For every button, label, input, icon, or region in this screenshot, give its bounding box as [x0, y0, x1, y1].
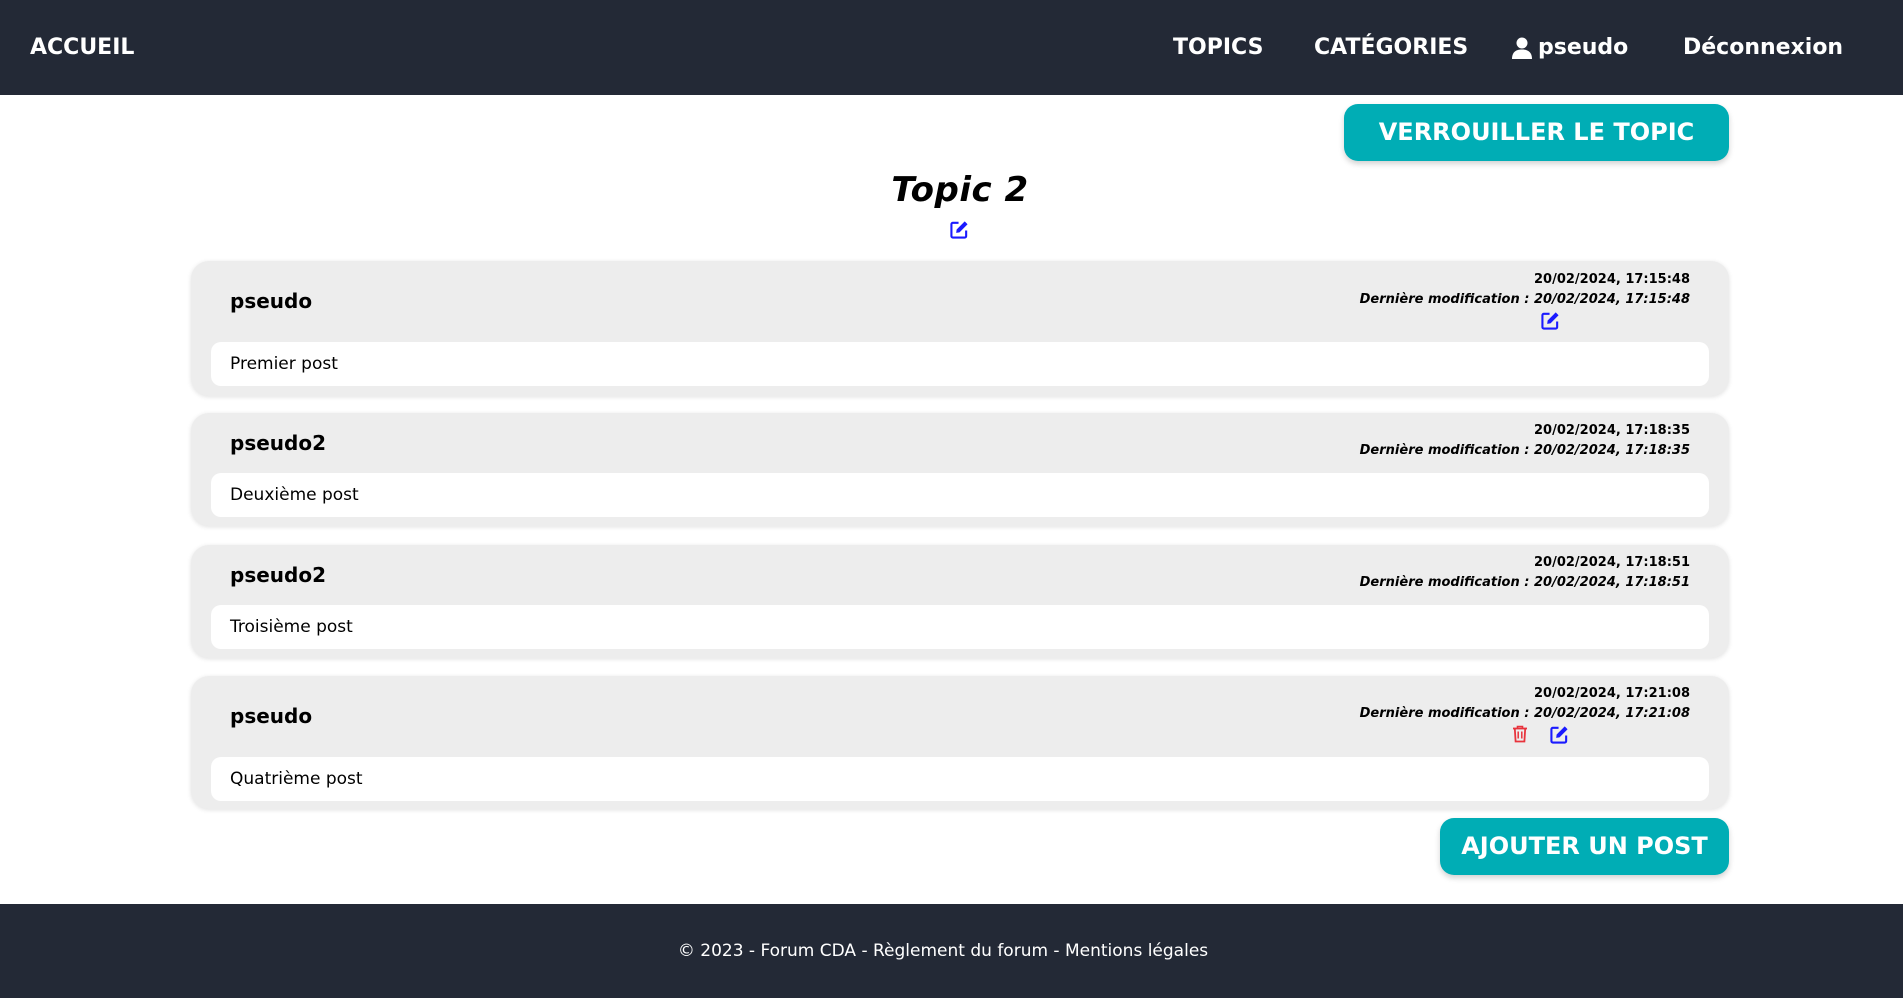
post-author: pseudo [230, 289, 313, 313]
user-icon [1512, 37, 1532, 59]
post-author: pseudo2 [230, 431, 326, 455]
post-date: 20/02/2024, 17:21:08 [1534, 686, 1690, 701]
edit-post-icon[interactable] [1541, 311, 1560, 330]
nav-logout-link[interactable]: Déconnexion [1683, 0, 1843, 95]
nav-home-link[interactable]: ACCUEIL [30, 0, 134, 95]
post-modified: Dernière modification : 20/02/2024, 17:2… [1359, 706, 1690, 721]
edit-topic-icon[interactable] [950, 220, 969, 243]
lock-topic-button[interactable]: VERROUILLER LE TOPIC [1344, 104, 1729, 161]
nav-topics-link[interactable]: TOPICS [1173, 0, 1263, 95]
nav-user-link[interactable]: pseudo [1512, 0, 1628, 95]
post-actions [1541, 311, 1560, 330]
delete-post-icon[interactable] [1512, 725, 1528, 744]
post-meta: 20/02/2024, 17:18:35 Dernière modificati… [1360, 421, 1690, 461]
navbar: ACCUEIL TOPICS CATÉGORIES pseudo Déconne… [0, 0, 1903, 95]
post-meta: 20/02/2024, 17:21:08 Dernière modificati… [1360, 684, 1690, 724]
post-author: pseudo2 [230, 563, 326, 587]
post-card: pseudo 20/02/2024, 17:21:08 Dernière mod… [191, 676, 1729, 809]
post-author: pseudo [230, 704, 313, 728]
topic-title: Topic 2 [891, 170, 1029, 210]
footer-legal-link[interactable]: Mentions légales [1065, 941, 1208, 961]
nav-user-name: pseudo [1538, 35, 1629, 60]
footer-rules-link[interactable]: Règlement du forum [873, 941, 1048, 961]
post-card: pseudo2 20/02/2024, 17:18:51 Dernière mo… [191, 545, 1729, 658]
post-date: 20/02/2024, 17:18:51 [1534, 555, 1690, 570]
post-content: Premier post [211, 342, 1709, 386]
add-post-button[interactable]: AJOUTER UN POST [1440, 818, 1729, 875]
post-meta: 20/02/2024, 17:18:51 Dernière modificati… [1360, 553, 1690, 593]
post-modified: Dernière modification : 20/02/2024, 17:1… [1359, 292, 1690, 307]
post-actions [1512, 725, 1569, 744]
post-content: Quatrième post [211, 757, 1709, 801]
footer-copyright: © 2023 - Forum CDA - [677, 941, 873, 961]
post-content: Deuxième post [211, 473, 1709, 517]
edit-post-icon[interactable] [1550, 725, 1569, 744]
post-date: 20/02/2024, 17:18:35 [1534, 423, 1690, 438]
post-content: Troisième post [211, 605, 1709, 649]
post-modified: Dernière modification : 20/02/2024, 17:1… [1359, 575, 1690, 590]
footer: © 2023 - Forum CDA - Règlement du forum … [0, 904, 1903, 998]
post-modified: Dernière modification : 20/02/2024, 17:1… [1359, 443, 1690, 458]
post-card: pseudo 20/02/2024, 17:15:48 Dernière mod… [191, 261, 1729, 396]
post-date: 20/02/2024, 17:15:48 [1534, 272, 1690, 287]
nav-categories-link[interactable]: CATÉGORIES [1314, 0, 1468, 95]
footer-separator: - [1048, 941, 1065, 961]
post-card: pseudo2 20/02/2024, 17:18:35 Dernière mo… [191, 413, 1729, 526]
post-meta: 20/02/2024, 17:15:48 Dernière modificati… [1360, 270, 1690, 310]
